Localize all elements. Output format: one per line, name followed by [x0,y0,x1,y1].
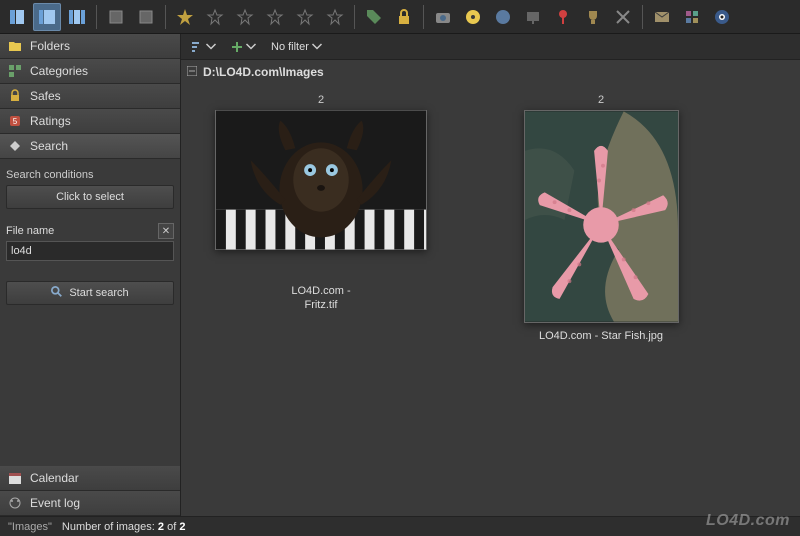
sidebar-item-label: Safes [30,89,61,103]
sidebar-item-folders[interactable]: Folders [0,34,180,59]
sheet-1-button[interactable] [102,3,130,31]
collapse-icon[interactable] [187,65,197,79]
content-area: No filter D:\LO4D.com\Images 2 [181,34,800,516]
star-3-button[interactable] [261,3,289,31]
watermark: LO4D.com [706,512,790,530]
sidebar-item-label: Search [30,139,68,153]
star-1-button[interactable] [201,3,229,31]
categories-icon [8,64,22,78]
thumbnail-caption: LO4D.com - Fritz.tif [291,284,350,313]
eye-button[interactable] [708,3,736,31]
view-mode-2-button[interactable] [33,3,61,31]
trophy-button[interactable] [579,3,607,31]
sidebar-bottom: Calendar Event log [0,466,180,516]
slideshow-button[interactable] [519,3,547,31]
folder-icon [8,39,22,53]
click-to-select-button[interactable]: Click to select [6,185,174,209]
top-toolbar [0,0,800,34]
pin-button[interactable] [549,3,577,31]
thumbnail-image [215,110,427,250]
star-2-button[interactable] [231,3,259,31]
sidebar-item-label: Ratings [30,114,71,128]
camera-button[interactable] [429,3,457,31]
status-bar: "Images" Number of images: 2 of 2 [0,516,800,536]
thumbnail-badge: 2 [318,94,324,106]
sort-button[interactable] [187,39,221,55]
star-fav-button[interactable] [171,3,199,31]
thumbnail-image [524,110,679,323]
toolbar-separator [642,5,643,29]
thumbnail-badge: 2 [598,94,604,106]
thumbnail-item[interactable]: 2 [211,94,431,506]
sidebar-item-safes[interactable]: Safes [0,84,180,109]
chevron-down-icon [245,41,257,53]
chevron-down-icon [205,41,217,53]
search-panel: Search conditions Click to select File n… [0,159,180,466]
sidebar-item-label: Folders [30,39,70,53]
sidebar-item-eventlog[interactable]: Event log [0,491,180,516]
status-label: Number of images: 2 of 2 [62,521,186,533]
breadcrumb: D:\LO4D.com\Images [181,60,800,84]
toolbar-separator [354,5,355,29]
clear-field-button[interactable]: ✕ [158,223,174,239]
scissors-button[interactable] [609,3,637,31]
breadcrumb-path: D:\LO4D.com\Images [203,65,324,79]
button-label: Start search [69,287,128,299]
chevron-down-icon [311,41,323,53]
view-mode-1-button[interactable] [3,3,31,31]
filter-bar: No filter [181,34,800,60]
sidebar-item-categories[interactable]: Categories [0,59,180,84]
disc-button[interactable] [459,3,487,31]
thumbnails-grid: 2 [181,84,800,516]
lock-icon [8,89,22,103]
sidebar-item-label: Calendar [30,471,79,485]
tag-button[interactable] [360,3,388,31]
add-filter-button[interactable] [227,39,261,55]
lock-button[interactable] [390,3,418,31]
rating-icon: 5 [8,114,22,128]
start-search-button[interactable]: Start search [6,281,174,305]
eventlog-icon [8,496,22,510]
svg-text:5: 5 [13,117,18,126]
toolbar-separator [165,5,166,29]
grid-button[interactable] [678,3,706,31]
filter-label: No filter [271,41,309,53]
sidebar-item-label: Event log [30,496,80,510]
sheet-2-button[interactable] [132,3,160,31]
button-label: Click to select [56,191,124,203]
magnifier-icon [51,286,63,301]
file-name-label: File name [6,225,158,237]
toolbar-separator [423,5,424,29]
toolbar-separator [96,5,97,29]
search-conditions-title: Search conditions [6,169,174,181]
view-mode-3-button[interactable] [63,3,91,31]
filter-dropdown[interactable]: No filter [267,39,327,55]
sidebar-item-search[interactable]: Search [0,134,180,159]
mail-button[interactable] [648,3,676,31]
calendar-icon [8,471,22,485]
file-name-input[interactable] [6,241,174,261]
thumbnail-item[interactable]: 2 [491,94,711,506]
globe-button[interactable] [489,3,517,31]
star-4-button[interactable] [291,3,319,31]
sidebar-item-ratings[interactable]: 5 Ratings [0,109,180,134]
sidebar: Folders Categories Safes 5 Ratings Searc… [0,34,181,516]
search-icon [8,139,22,153]
sidebar-item-calendar[interactable]: Calendar [0,466,180,491]
sidebar-item-label: Categories [30,64,88,78]
thumbnail-caption: LO4D.com - Star Fish.jpg [539,329,663,343]
status-folder: "Images" [8,521,52,533]
star-5-button[interactable] [321,3,349,31]
